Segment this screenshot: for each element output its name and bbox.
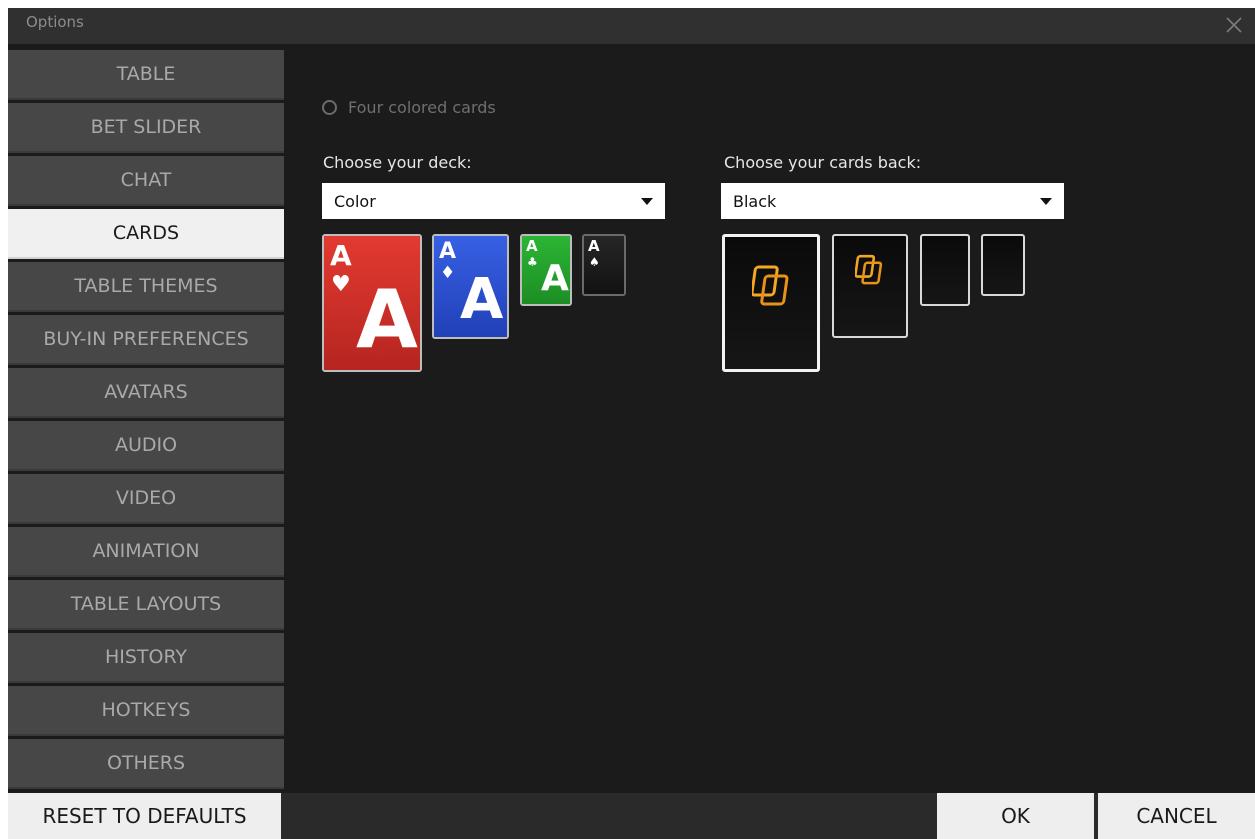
card-rank: A	[439, 239, 457, 264]
sidebar-item-label: TABLE LAYOUTS	[70, 593, 222, 615]
club-suit-icon: ♣	[527, 255, 538, 269]
card-rank-large: A	[541, 258, 569, 299]
sidebar-item-buy-in-preferences[interactable]: BUY-IN PREFERENCES	[8, 315, 284, 365]
sidebar-item-hotkeys[interactable]: HOTKEYS	[8, 686, 284, 736]
card-back-preview-small[interactable]	[920, 234, 970, 306]
sidebar-item-table-themes[interactable]: TABLE THEMES	[8, 262, 284, 312]
sidebar-item-others[interactable]: OTHERS	[8, 739, 284, 789]
card-rank: A	[588, 237, 600, 255]
card-rank: A	[526, 237, 538, 255]
radio-button[interactable]	[322, 100, 337, 115]
dropdown-arrow-icon	[641, 198, 653, 205]
deck-preview-card-medium: A ♦ A	[432, 234, 509, 339]
card-rank: A	[330, 239, 352, 272]
cards-settings-panel: Four colored cards Choose your deck: Col…	[284, 44, 1255, 793]
sidebar-item-label: TABLE	[116, 63, 176, 85]
heart-suit-icon: ♥	[331, 272, 351, 297]
cards-back-select-value: Black	[733, 191, 777, 211]
sidebar-item-label: CHAT	[120, 169, 172, 191]
spade-suit-icon: ♠	[589, 255, 600, 269]
sidebar-item-table-layouts[interactable]: TABLE LAYOUTS	[8, 580, 284, 630]
sidebar-item-history[interactable]: HISTORY	[8, 633, 284, 683]
deck-preview-card-small: A ♣ A	[520, 234, 572, 306]
sidebar-item-label: BET SLIDER	[90, 116, 202, 138]
deck-preview-card-tiny: A ♠	[582, 234, 626, 296]
sidebar-item-label: AUDIO	[114, 434, 178, 456]
sidebar-item-label: ANIMATION	[92, 540, 200, 562]
four-colored-cards-label: Four colored cards	[348, 98, 496, 117]
sidebar-item-cards[interactable]: CARDS	[8, 209, 284, 259]
sidebar-item-avatars[interactable]: AVATARS	[8, 368, 284, 418]
sidebar-item-label: TABLE THEMES	[74, 275, 218, 297]
ok-button[interactable]: OK	[937, 793, 1094, 839]
card-rank-large: A	[460, 267, 504, 332]
title-bar: Options	[8, 8, 1255, 44]
dropdown-arrow-icon	[1040, 198, 1052, 205]
sidebar-item-chat[interactable]: CHAT	[8, 156, 284, 206]
cards-back-label: Choose your cards back:	[724, 153, 922, 172]
four-colored-cards-radio[interactable]: Four colored cards	[322, 98, 496, 117]
window-title: Options	[26, 13, 84, 31]
sidebar-item-animation[interactable]: ANIMATION	[8, 527, 284, 577]
card-back-preview-tiny[interactable]	[981, 234, 1025, 296]
sidebar-item-label: AVATARS	[104, 381, 188, 403]
sidebar-item-label: OTHERS	[106, 752, 186, 774]
sidebar-item-label: BUY-IN PREFERENCES	[43, 328, 249, 350]
card-rank-large: A	[356, 273, 418, 366]
sidebar-item-video[interactable]: VIDEO	[8, 474, 284, 524]
cards-back-select[interactable]: Black	[721, 183, 1064, 219]
sidebar-item-label: HOTKEYS	[101, 699, 191, 721]
sidebar-item-label: VIDEO	[115, 487, 177, 509]
reset-to-defaults-button[interactable]: RESET TO DEFAULTS	[8, 793, 281, 839]
sidebar-item-label: HISTORY	[104, 646, 188, 668]
deck-preview-card-large: A ♥ A	[322, 234, 422, 372]
diamond-suit-icon: ♦	[440, 263, 456, 283]
sidebar-item-bet-slider[interactable]: BET SLIDER	[8, 103, 284, 153]
close-icon[interactable]	[1223, 14, 1245, 36]
card-back-logo-icon	[855, 254, 883, 285]
sidebar-item-audio[interactable]: AUDIO	[8, 421, 284, 471]
card-back-preview-large[interactable]	[722, 234, 820, 372]
deck-label: Choose your deck:	[323, 153, 472, 172]
sidebar-item-table[interactable]: TABLE	[8, 50, 284, 100]
card-back-logo-icon	[752, 265, 789, 306]
options-sidebar: TABLE BET SLIDER CHAT CARDS TABLE THEMES…	[8, 50, 284, 793]
deck-select-value: Color	[334, 191, 376, 211]
sidebar-item-label: CARDS	[112, 222, 180, 244]
deck-select[interactable]: Color	[322, 183, 665, 219]
options-window: Options TABLE BET SLIDER CHAT CARDS TABL…	[8, 8, 1255, 839]
footer-bar: RESET TO DEFAULTS OK CANCEL	[8, 793, 1255, 839]
card-back-preview-medium[interactable]	[832, 234, 908, 338]
cancel-button[interactable]: CANCEL	[1098, 793, 1255, 839]
